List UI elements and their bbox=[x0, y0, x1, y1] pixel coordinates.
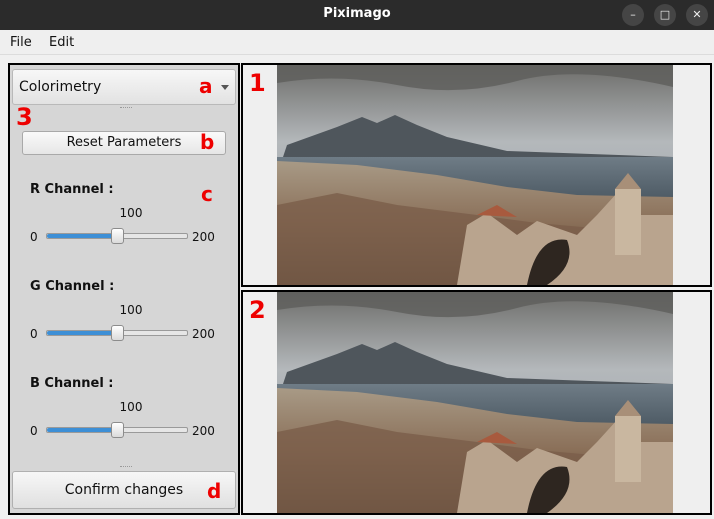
preview-image-view bbox=[241, 290, 712, 515]
r-channel-label: R Channel : bbox=[30, 182, 114, 197]
r-channel-slider-handle[interactable] bbox=[111, 228, 124, 244]
b-channel-value: 100 bbox=[119, 400, 143, 414]
b-channel-min: 0 bbox=[30, 424, 38, 438]
g-channel-value: 100 bbox=[119, 303, 143, 317]
r-channel-max: 200 bbox=[192, 230, 215, 244]
mode-dropdown-value: Colorimetry bbox=[19, 79, 102, 95]
annotation-2: 2 bbox=[249, 296, 266, 324]
original-image-view bbox=[241, 63, 712, 287]
g-channel-label: G Channel : bbox=[30, 279, 115, 294]
preview-photo bbox=[277, 292, 673, 513]
menu-edit[interactable]: Edit bbox=[49, 35, 74, 50]
close-button[interactable]: ✕ bbox=[686, 4, 708, 26]
b-channel-max: 200 bbox=[192, 424, 215, 438]
splitter-handle-bottom[interactable] bbox=[120, 466, 132, 469]
reset-parameters-button[interactable]: Reset Parameters bbox=[22, 131, 226, 155]
r-channel-min: 0 bbox=[30, 230, 38, 244]
annotation-a: a bbox=[199, 74, 213, 98]
original-photo bbox=[277, 65, 673, 285]
chevron-down-icon bbox=[221, 85, 229, 90]
r-channel-slider[interactable] bbox=[46, 228, 188, 244]
menu-bar: File Edit bbox=[0, 30, 714, 55]
g-channel-slider-fill bbox=[47, 331, 117, 335]
r-channel-value: 100 bbox=[119, 206, 143, 220]
b-channel-slider-fill bbox=[47, 428, 117, 432]
annotation-c: c bbox=[201, 182, 213, 206]
annotation-b: b bbox=[200, 130, 215, 154]
maximize-button[interactable]: □ bbox=[654, 4, 676, 26]
r-channel-slider-fill bbox=[47, 234, 117, 238]
window-title: Piximago bbox=[323, 6, 391, 21]
b-channel-slider[interactable] bbox=[46, 422, 188, 438]
annotation-1: 1 bbox=[249, 69, 266, 97]
title-bar: Piximago – □ ✕ bbox=[0, 0, 714, 30]
minimize-button[interactable]: – bbox=[622, 4, 644, 26]
confirm-changes-button[interactable]: Confirm changes bbox=[12, 471, 236, 509]
b-channel-slider-handle[interactable] bbox=[111, 422, 124, 438]
annotation-3: 3 bbox=[16, 103, 33, 131]
g-channel-slider-handle[interactable] bbox=[111, 325, 124, 341]
g-channel-slider[interactable] bbox=[46, 325, 188, 341]
menu-file[interactable]: File bbox=[10, 35, 32, 50]
g-channel-max: 200 bbox=[192, 327, 215, 341]
annotation-d: d bbox=[207, 479, 222, 503]
g-channel-min: 0 bbox=[30, 327, 38, 341]
splitter-handle[interactable] bbox=[120, 107, 132, 110]
b-channel-label: B Channel : bbox=[30, 376, 114, 391]
